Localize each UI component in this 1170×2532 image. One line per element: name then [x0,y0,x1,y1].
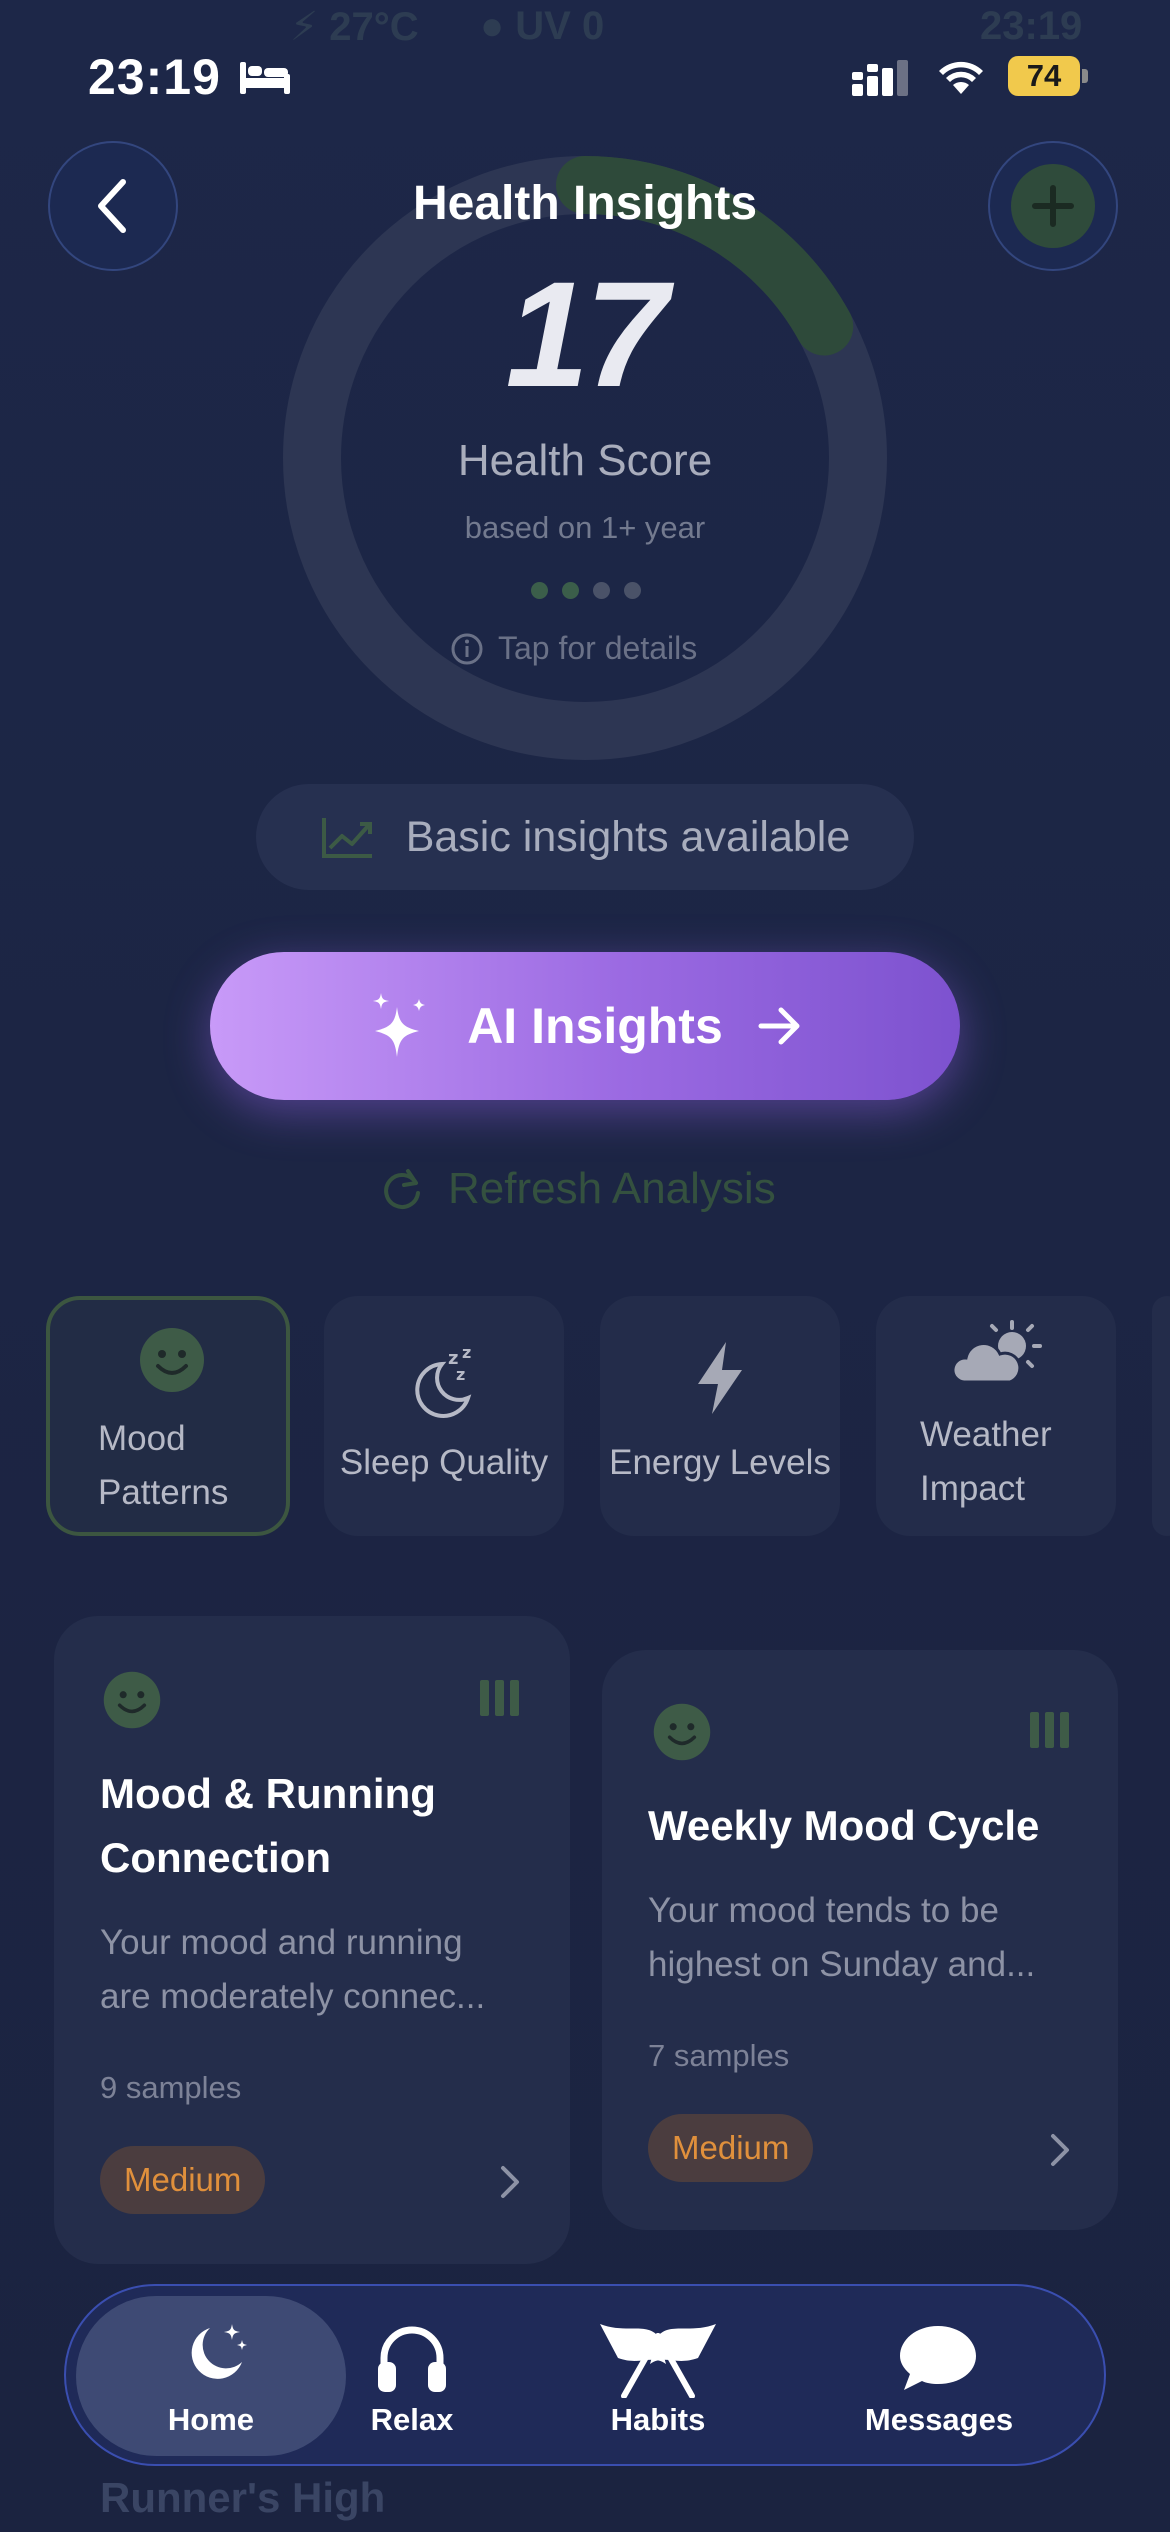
smiley-icon [653,1703,711,1761]
tab-relax[interactable]: Relax [302,2296,522,2456]
moon-stars-icon [191,2324,247,2379]
insight-card-description: highest on Sunday and... [648,1945,1036,1984]
chevron-right-icon [1051,2134,1069,2166]
insight-card-description: Your mood and running [100,1923,463,1962]
category-label: Patterns [98,1473,229,1512]
category-label: Mood [98,1419,186,1458]
plus-icon [1032,185,1074,227]
insight-card-weekly-mood[interactable]: Weekly Mood Cycle Your mood tends to be … [602,1650,1118,2230]
strength-bars-icon [1030,1712,1069,1748]
strength-bars-icon [480,1680,519,1716]
tap-for-details-label: Tap for details [498,630,698,666]
category-label: Impact [920,1469,1026,1508]
category-next-partial[interactable] [1152,1296,1170,1536]
scrolled-weather-ghost: ⚡ 27°C ● UV 0 23:19 [0,0,1170,50]
sparkles-icon [373,993,426,1057]
svg-text:z: z [456,1365,465,1384]
insight-card-title: Connection [100,1834,331,1881]
svg-text:z: z [462,1343,471,1362]
tap-for-details[interactable]: Tap for details [450,630,697,667]
confidence-badge: Medium [100,2146,266,2214]
ghost-time: 23:19 [980,4,1083,48]
smiley-icon [140,1328,204,1392]
health-score-value: 17 [505,250,669,418]
category-label: Energy Levels [609,1443,831,1482]
cellular-signal-icon [852,60,908,96]
battery-indicator: 74 [1008,56,1088,96]
trend-chart-icon [321,818,372,858]
arrow-right-icon [758,1007,800,1045]
bed-icon [240,62,290,94]
battery-cap [1082,69,1088,83]
health-score-period: based on 1+ year [464,510,706,545]
insight-card-description: Your mood tends to be [648,1891,999,1930]
insight-card-description: are moderately connec... [100,1977,486,2016]
basic-insights-pill: Basic insights available [256,784,914,890]
battery-level: 74 [1008,56,1080,96]
bottom-tab-bar: Home Relax Habits Messages [64,2284,1106,2466]
category-label: Sleep Quality [339,1443,549,1482]
health-score-label: Health Score [457,436,713,485]
insight-card-samples: 9 samples [100,2070,242,2105]
tab-label: Messages [864,2402,1014,2437]
category-weather-impact[interactable]: Weather Impact [876,1296,1116,1536]
insight-card-samples: 7 samples [648,2038,790,2073]
ghost-uv: ● UV 0 [480,4,605,48]
refresh-analysis-label: Refresh Analysis [448,1164,776,1213]
status-bar: ⚡ 27°C ● UV 0 23:19 23:19 74 [0,0,1170,150]
status-time: 23:19 [88,49,221,105]
basic-insights-label: Basic insights available [405,812,851,861]
ai-insights-button[interactable]: AI Insights [210,952,960,1100]
insight-card-mood-running[interactable]: Mood & Running Connection Your mood and … [54,1616,570,2264]
category-mood-patterns[interactable]: Mood Patterns [46,1296,290,1536]
insight-card-title: Weekly Mood Cycle [648,1802,1040,1849]
lightning-icon [698,1342,742,1414]
refresh-icon [384,1169,420,1209]
chevron-right-icon [501,2166,519,2198]
tab-label: Relax [370,2402,454,2437]
chat-bubble-icon [900,2326,976,2390]
flags-icon [600,2324,716,2398]
add-button-inner [1011,164,1095,248]
headphones-icon [378,2326,446,2392]
category-energy-levels[interactable]: Energy Levels [600,1296,840,1536]
sun-cloud-icon [951,1320,1042,1384]
smiley-icon [103,1671,161,1729]
category-label: Weather [920,1415,1052,1454]
next-card-title: Runner's High [100,2474,386,2521]
moon-zzz-icon: z z z [415,1343,471,1418]
ghost-temperature: ⚡ 27°C [290,5,419,49]
tab-label: Habits [610,2402,706,2437]
confidence-badge: Medium [648,2114,814,2182]
ai-insights-label: AI Insights [467,998,723,1054]
tab-messages[interactable]: Messages [812,2296,1066,2456]
page-dots [531,582,641,599]
category-sleep-quality[interactable]: z z z Sleep Quality [324,1296,564,1536]
wifi-icon [939,61,983,94]
refresh-analysis-button[interactable]: Refresh Analysis [378,1164,776,1214]
info-icon [451,633,483,664]
tab-habits[interactable]: Habits [548,2296,768,2456]
insight-card-title: Mood & Running [100,1770,436,1817]
